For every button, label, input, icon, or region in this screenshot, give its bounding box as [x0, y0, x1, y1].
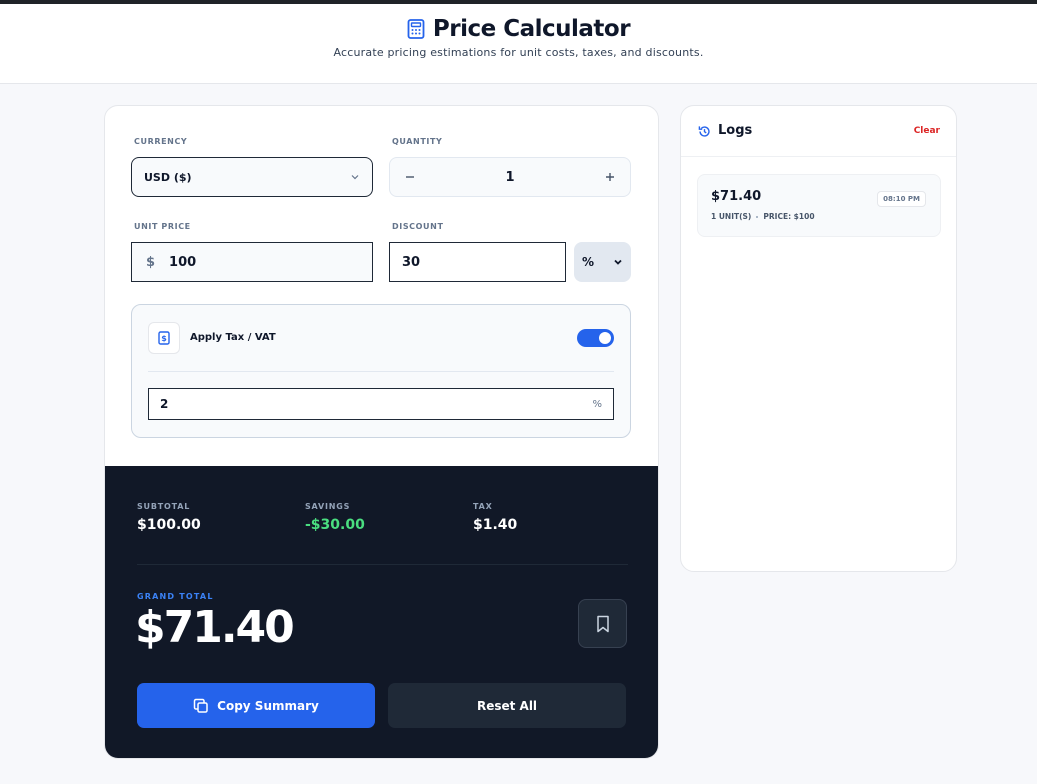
reset-all-button[interactable]: Reset All — [388, 683, 626, 728]
tax-value: $1.40 — [473, 517, 518, 533]
logs-header: Logs Clear — [681, 106, 956, 157]
savings-label: SAVINGS — [305, 502, 351, 511]
tax-rate-value: 2 — [160, 397, 169, 411]
tax-toggle[interactable] — [577, 329, 614, 347]
separator-dot — [756, 215, 759, 218]
subtotal-label: SUBTOTAL — [137, 502, 191, 511]
currency-label: CURRENCY — [134, 137, 188, 146]
receipt-icon: $ — [158, 331, 170, 345]
tax-panel: $ Apply Tax / VAT 2 % — [131, 304, 631, 438]
currency-symbol: $ — [146, 254, 156, 270]
log-meta: 1 UNIT(S) PRICE: $100 — [711, 212, 815, 221]
svg-text:$: $ — [161, 334, 167, 343]
save-log-button[interactable] — [578, 599, 627, 648]
grand-total-value: $71.40 — [135, 602, 295, 653]
calculator-card: CURRENCY USD ($) QUANTITY 1 UNIT PRICE $… — [104, 105, 659, 759]
bookmark-icon — [596, 615, 609, 632]
page-header: Price Calculator Accurate pricing estima… — [0, 4, 1037, 84]
history-icon — [698, 126, 710, 137]
discount-input[interactable]: 30 — [389, 242, 566, 282]
log-price: PRICE: $100 — [763, 212, 815, 221]
quantity-decrement-button[interactable] — [402, 169, 418, 185]
discount-value: 30 — [402, 254, 421, 270]
copy-summary-label: Copy Summary — [217, 698, 319, 713]
toggle-knob — [599, 332, 611, 344]
tax-label: TAX — [473, 502, 493, 511]
copy-icon — [193, 698, 208, 713]
grand-total-label: GRAND TOTAL — [137, 592, 214, 601]
tax-rate-input[interactable]: 2 % — [148, 388, 614, 420]
unit-price-label: UNIT PRICE — [134, 222, 191, 231]
quantity-stepper: 1 — [389, 157, 631, 197]
chevron-down-icon — [614, 259, 622, 265]
savings-value: -$30.00 — [305, 517, 365, 533]
summary-divider — [137, 564, 628, 565]
tax-icon-box: $ — [148, 322, 180, 354]
log-units: 1 UNIT(S) — [711, 212, 752, 221]
currency-select[interactable]: USD ($) — [131, 157, 373, 197]
quantity-value[interactable]: 1 — [505, 170, 514, 185]
currency-value: USD ($) — [144, 170, 192, 184]
discount-label: DISCOUNT — [392, 222, 444, 231]
copy-summary-button[interactable]: Copy Summary — [137, 683, 375, 728]
page-subtitle: Accurate pricing estimations for unit co… — [333, 46, 704, 59]
tax-divider — [148, 371, 614, 372]
reset-all-label: Reset All — [476, 698, 538, 713]
quantity-increment-button[interactable] — [602, 169, 618, 185]
discount-type-select[interactable]: % — [574, 242, 631, 282]
unit-price-value: 100 — [169, 254, 197, 270]
page-title: Price Calculator — [432, 16, 631, 42]
calculator-icon — [407, 19, 425, 39]
tax-rate-unit: % — [592, 398, 602, 410]
logs-title: Logs — [718, 123, 753, 138]
log-time: 08:10 PM — [877, 191, 926, 207]
plus-icon — [605, 173, 614, 181]
log-total: $71.40 — [711, 189, 762, 204]
clear-logs-button[interactable]: Clear — [914, 126, 940, 136]
logs-panel: Logs Clear $71.40 08:10 PM 1 UNIT(S) PRI… — [680, 105, 957, 572]
discount-type-value: % — [582, 255, 595, 269]
chevron-down-icon — [351, 175, 359, 180]
list-item[interactable]: $71.40 08:10 PM 1 UNIT(S) PRICE: $100 — [697, 174, 941, 237]
quantity-label: QUANTITY — [392, 137, 443, 146]
tax-toggle-label: Apply Tax / VAT — [190, 332, 276, 343]
unit-price-input[interactable]: $ 100 — [131, 242, 373, 282]
title-row: Price Calculator — [0, 14, 1037, 44]
summary-panel: SUBTOTAL $100.00 SAVINGS -$30.00 TAX $1.… — [105, 466, 658, 758]
minus-icon — [406, 176, 414, 178]
subtotal-value: $100.00 — [137, 517, 201, 533]
